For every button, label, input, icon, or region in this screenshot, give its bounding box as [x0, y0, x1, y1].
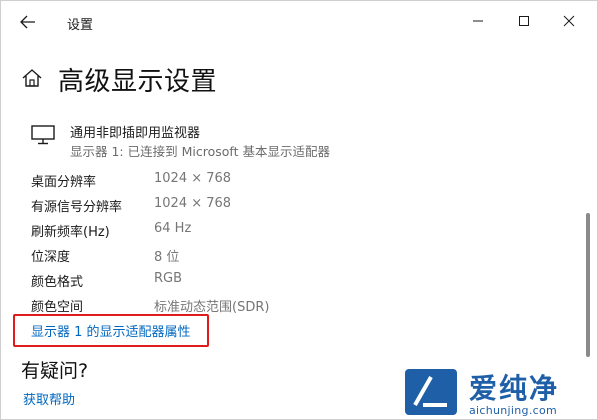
detail-row-bit-depth: 位深度 8 位	[31, 246, 431, 266]
detail-row-color-space: 颜色空间 标准动态范围(SDR)	[31, 296, 431, 316]
minimize-button[interactable]	[465, 9, 491, 33]
detail-label: 颜色空间	[31, 300, 84, 315]
get-help-link[interactable]: 获取帮助	[23, 389, 75, 408]
help-section-title: 有疑问?	[21, 360, 89, 382]
detail-value: 标准动态范围(SDR)	[154, 300, 270, 315]
detail-value: 64 Hz	[154, 221, 192, 236]
arrow-left-icon	[20, 15, 35, 29]
maximize-button[interactable]	[511, 9, 537, 33]
detail-value: 1024 × 768	[154, 196, 232, 211]
detail-value: 1024 × 768	[154, 171, 232, 186]
app-title: 设置	[67, 18, 94, 33]
monitor-description: 显示器 1: 已连接到 Microsoft 基本显示适配器	[70, 144, 330, 159]
detail-row-color-format: 颜色格式 RGB	[31, 271, 431, 291]
adapter-properties-link[interactable]: 显示器 1 的显示适配器属性	[31, 321, 191, 340]
detail-value: RGB	[154, 271, 183, 286]
detail-label: 刷新频率(Hz)	[31, 225, 110, 240]
detail-row-desktop-resolution: 桌面分辨率 1024 × 768	[31, 171, 431, 191]
detail-label: 桌面分辨率	[31, 175, 97, 190]
close-button[interactable]	[556, 9, 582, 33]
detail-row-active-signal-resolution: 有源信号分辨率 1024 × 768	[31, 196, 431, 216]
scrollbar-thumb[interactable]	[586, 213, 590, 357]
monitor-name: 通用非即插即用监视器	[70, 126, 201, 141]
watermark-url: aichunjing.com	[469, 404, 558, 417]
monitor-icon	[31, 125, 55, 145]
title-bar: 设置	[1, 1, 598, 41]
settings-window: 设置 高级显示设置 通用非即插即用监视器 显示器 1: 已连接到 Microso…	[0, 0, 598, 420]
home-icon[interactable]	[21, 68, 43, 88]
detail-label: 有源信号分辨率	[31, 200, 123, 215]
detail-value: 8 位	[154, 250, 180, 265]
detail-row-refresh-rate: 刷新频率(Hz) 64 Hz	[31, 221, 431, 241]
detail-label: 颜色格式	[31, 275, 84, 290]
maximize-icon	[519, 16, 529, 26]
back-button[interactable]	[15, 10, 41, 34]
watermark-text: 爱纯净	[469, 372, 560, 405]
minimize-icon	[473, 20, 483, 22]
page-title: 高级显示设置	[58, 67, 218, 97]
detail-label: 位深度	[31, 250, 71, 265]
watermark-logo-icon	[405, 369, 457, 415]
close-icon	[563, 15, 575, 27]
